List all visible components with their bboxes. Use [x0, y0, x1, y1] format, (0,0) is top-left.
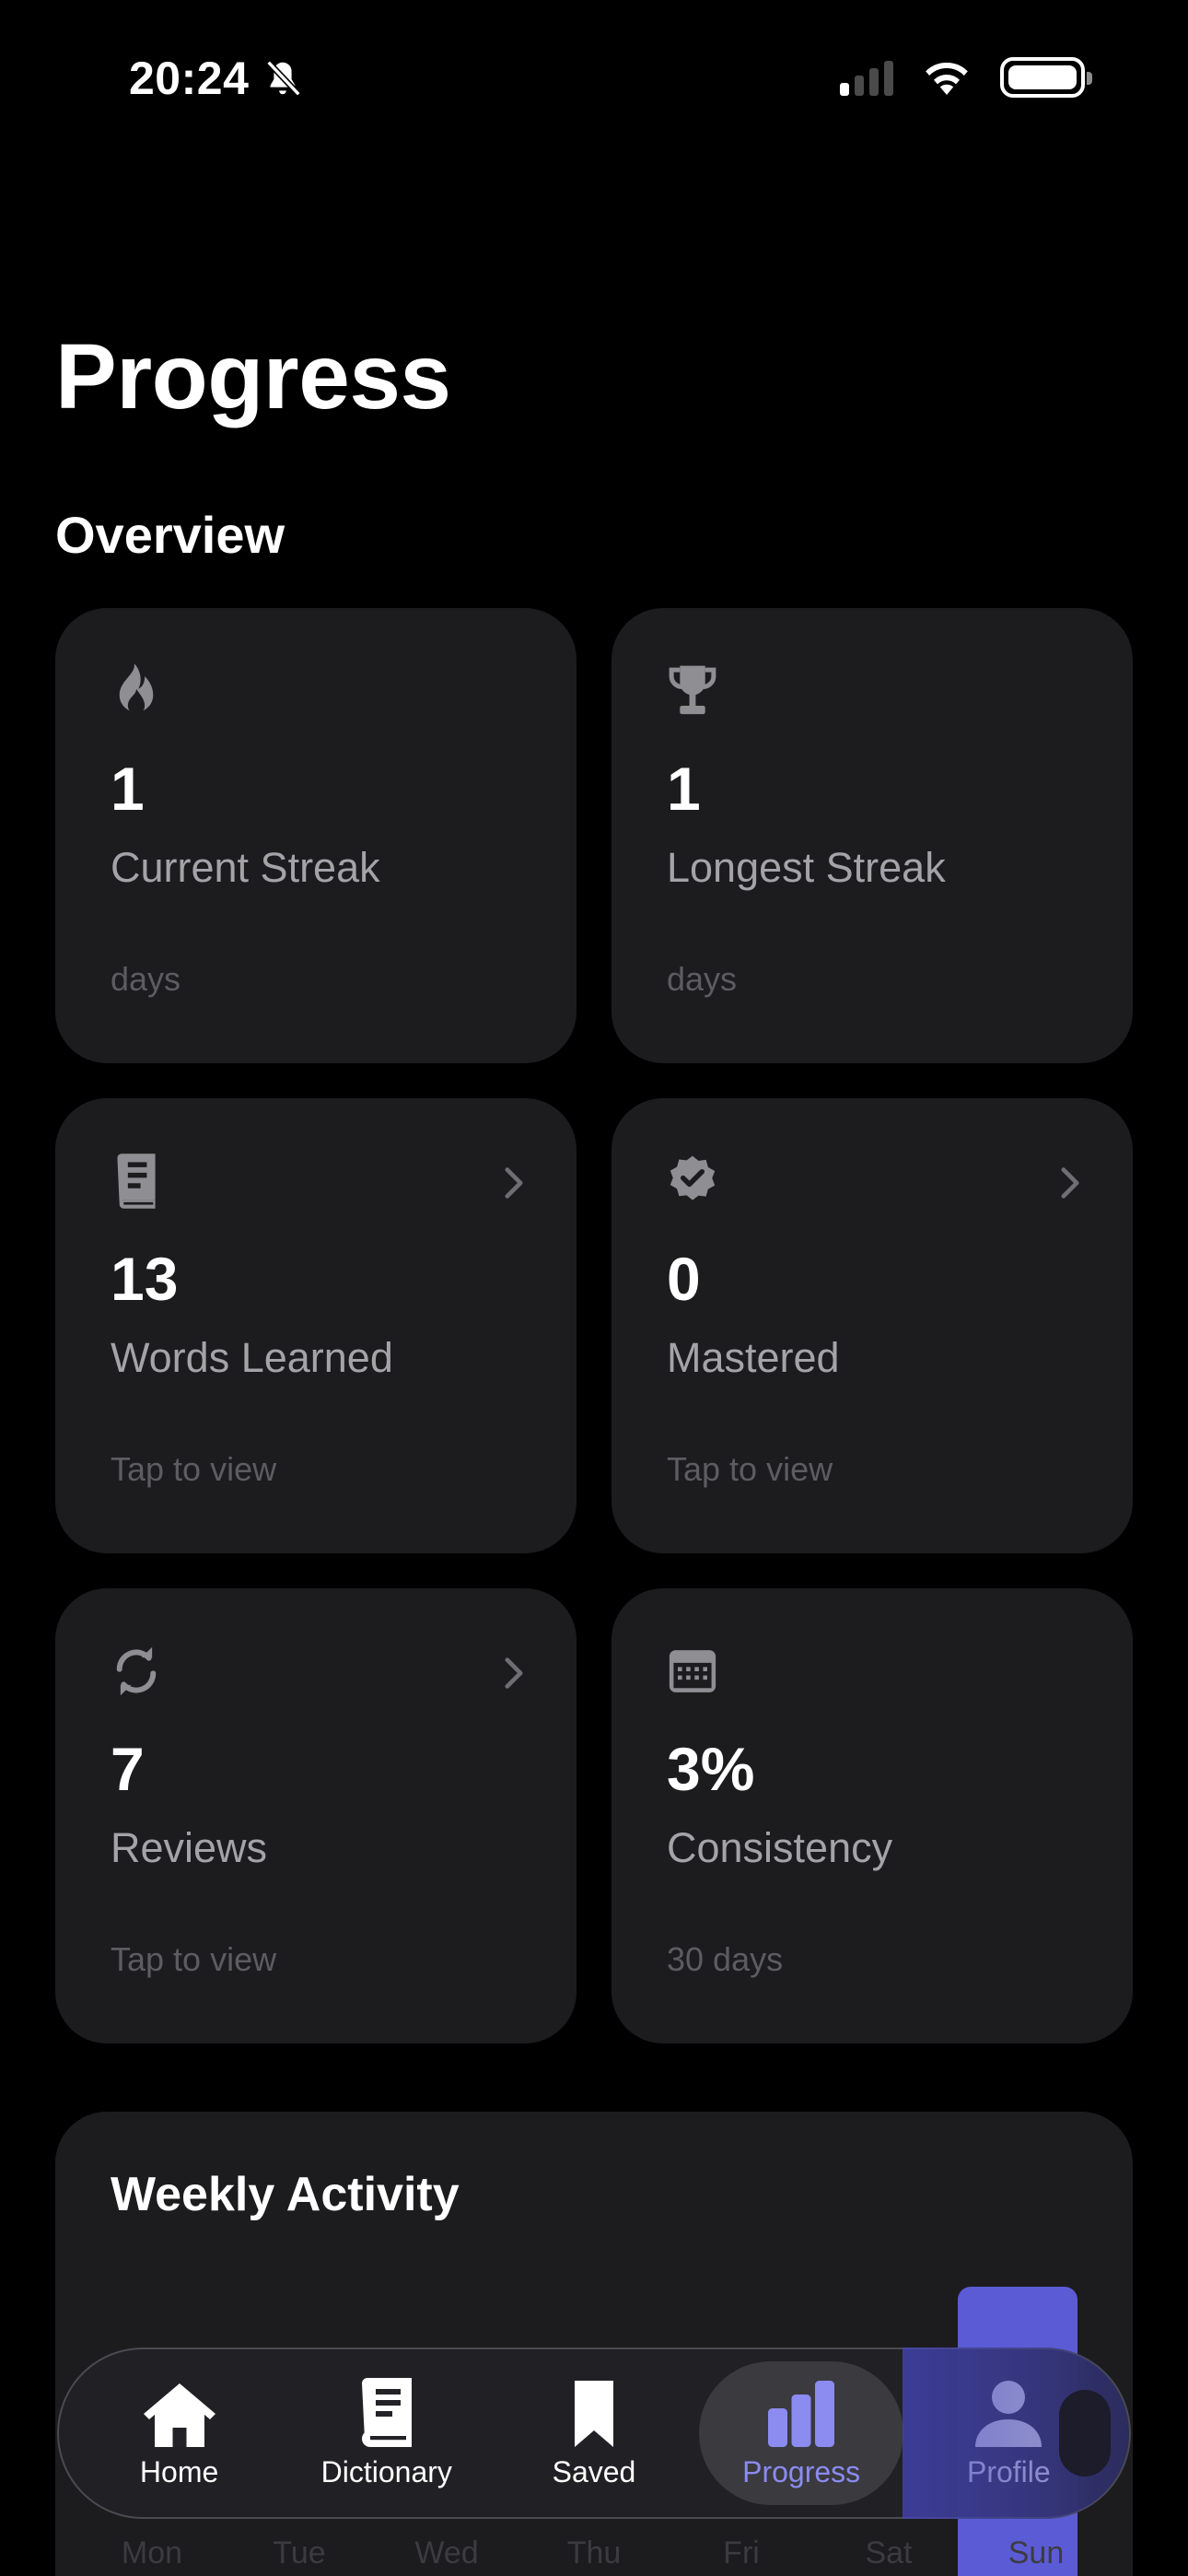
status-bar-indicators: [840, 57, 1092, 98]
day-label-mon: Mon: [121, 2535, 183, 2570]
stat-value: 13: [111, 1245, 179, 1313]
wifi-icon: [926, 62, 968, 95]
stat-label: Mastered: [667, 1334, 840, 1381]
book-icon: [117, 1153, 156, 1209]
status-bar-time: 20:24: [129, 52, 304, 105]
tab-saved[interactable]: Saved: [492, 2361, 696, 2505]
day-label-thu: Thu: [566, 2535, 622, 2570]
words-learned-card[interactable]: 13 Words Learned Tap to view: [55, 1098, 577, 1553]
day-label-sun: Sun: [1007, 2535, 1065, 2570]
stat-label: Longest Streak: [667, 844, 946, 891]
time-text: 20:24: [129, 53, 250, 104]
day-label-sat: Sat: [865, 2535, 913, 2570]
stat-subtitle: 30 days: [667, 1940, 784, 1978]
tab-label: Profile: [966, 2454, 1051, 2488]
stat-value: 1: [111, 755, 145, 823]
tab-label: Progress: [742, 2454, 861, 2488]
chart-bar-icon: [768, 2380, 835, 2447]
calendar-icon: [669, 1650, 716, 1692]
stat-value: 1: [667, 755, 701, 823]
chevron-right-icon: [1061, 1167, 1079, 1199]
stat-subtitle: days: [111, 960, 181, 998]
checkmark-seal-icon: [670, 1155, 716, 1200]
book-icon: [361, 2377, 412, 2447]
stat-value: 0: [667, 1245, 701, 1313]
stat-subtitle: Tap to view: [111, 1450, 277, 1488]
home-icon: [143, 2383, 215, 2447]
tab-bar: Home Dictionary Saved Progress Profile: [57, 2348, 1131, 2519]
bookmark-icon: [574, 2380, 613, 2447]
tab-progress[interactable]: Progress: [699, 2361, 904, 2505]
battery-icon: [1000, 57, 1092, 98]
consistency-card: 3% Consistency 30 days: [611, 1588, 1133, 2043]
flame-icon: [119, 663, 154, 715]
section-title-overview: Overview: [55, 506, 285, 564]
stat-label: Consistency: [667, 1824, 893, 1871]
longest-streak-card: 1 Longest Streak days: [611, 608, 1133, 1063]
tab-label: Home: [139, 2454, 219, 2488]
stat-subtitle: days: [667, 960, 738, 998]
refresh-icon: [116, 1646, 157, 1696]
stat-subtitle: Tap to view: [667, 1450, 833, 1488]
tab-home[interactable]: Home: [77, 2361, 282, 2505]
stat-value: 3%: [667, 1735, 755, 1803]
stat-label: Current Streak: [111, 844, 380, 891]
tab-label: Dictionary: [320, 2454, 452, 2488]
reviews-card[interactable]: 7 Reviews Tap to view: [55, 1588, 577, 2043]
stat-label: Reviews: [111, 1824, 268, 1871]
chevron-right-icon: [505, 1657, 523, 1689]
cellular-signal-icon: [840, 59, 893, 96]
trophy-icon: [669, 665, 716, 715]
day-label-fri: Fri: [723, 2535, 760, 2570]
mastered-card[interactable]: 0 Mastered Tap to view: [611, 1098, 1133, 1553]
stat-subtitle: Tap to view: [111, 1940, 277, 1978]
weekday-labels: Mon Tue Wed Thu Fri Sat Sun: [83, 2535, 1105, 2571]
stat-label: Words Learned: [111, 1334, 393, 1381]
current-streak-card: 1 Current Streak days: [55, 608, 577, 1063]
person-icon: [975, 2380, 1042, 2447]
day-label-tue: Tue: [273, 2535, 326, 2570]
tab-label: Saved: [552, 2454, 636, 2488]
chevron-right-icon: [505, 1167, 523, 1199]
tab-dictionary[interactable]: Dictionary: [285, 2361, 489, 2505]
page-title: Progress: [55, 325, 451, 428]
stat-value: 7: [111, 1735, 145, 1803]
tab-profile[interactable]: Profile: [906, 2361, 1111, 2505]
bell-slash-icon: [266, 60, 302, 97]
weekly-activity-title: Weekly Activity: [111, 2168, 460, 2221]
day-label-wed: Wed: [414, 2535, 479, 2570]
